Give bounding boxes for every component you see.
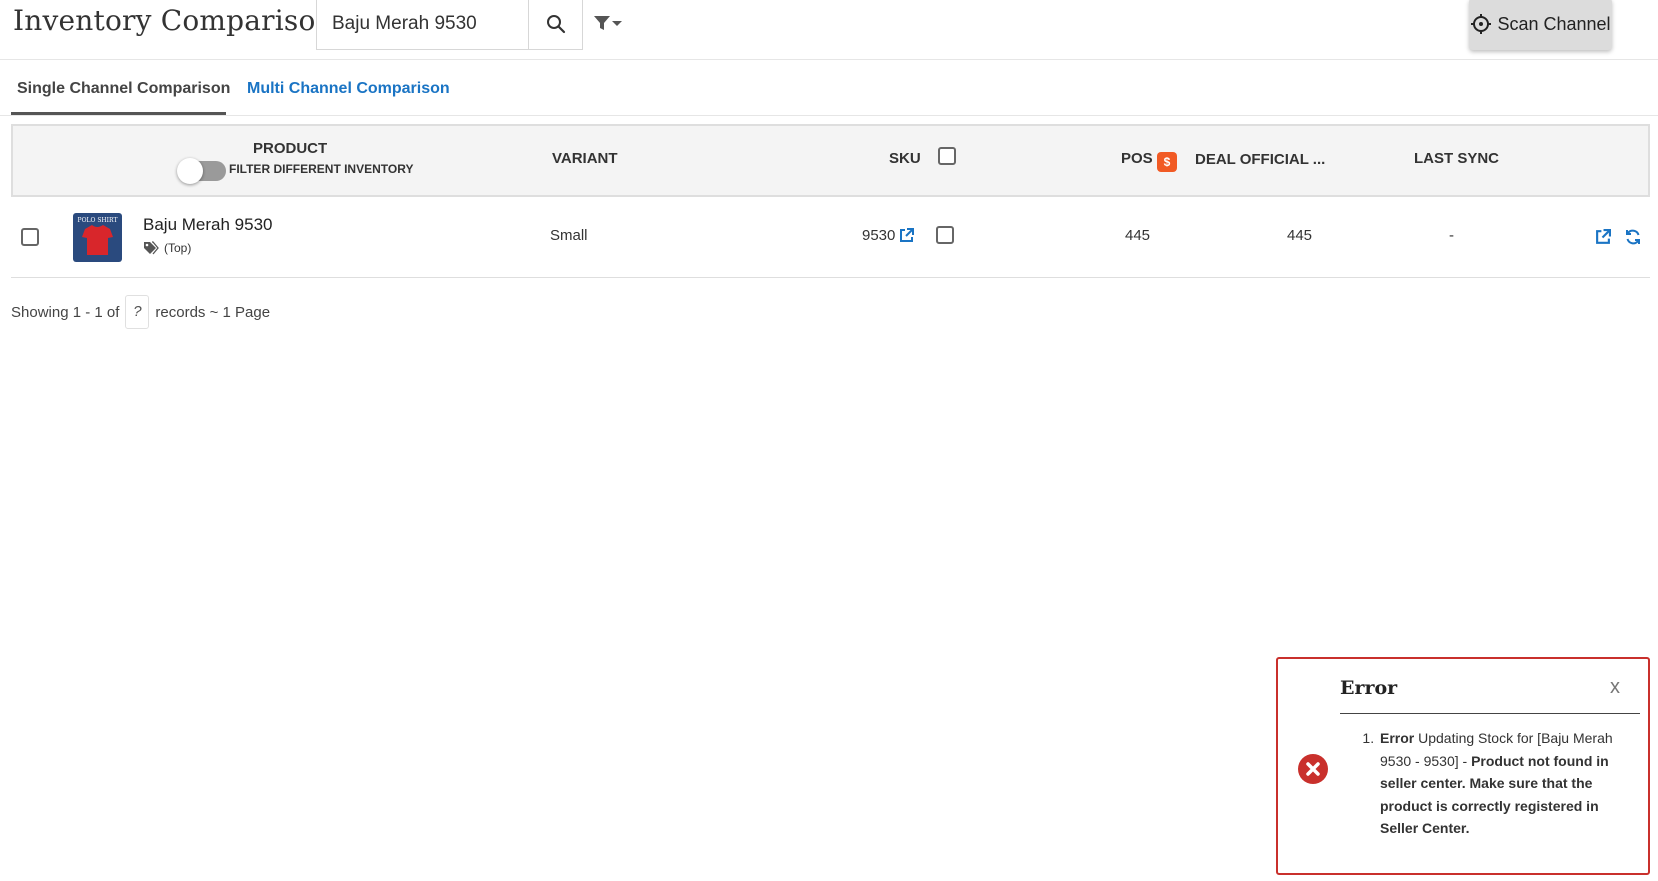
toast-divider (1340, 713, 1640, 714)
row-sku-checkbox[interactable] (936, 226, 954, 244)
sku-select-all-checkbox[interactable] (938, 147, 956, 165)
scan-channel-button[interactable]: Scan Channel (1469, 0, 1612, 50)
product-tag: (Top) (143, 241, 191, 255)
external-link-icon[interactable] (899, 228, 915, 243)
error-label: Error (1380, 730, 1415, 746)
variant-value: Small (550, 227, 588, 244)
search-icon (546, 15, 565, 34)
channel-qty-value: 445 (1287, 227, 1313, 244)
pos-value: 445 (1125, 227, 1151, 244)
sku-cell: 9530 (862, 227, 915, 244)
table-row: POLO SHIRT Baju Merah 9530 (Top) Small 9… (11, 197, 1650, 278)
pagination-summary: Showing 1 - 1 of ? records ~ 1 Page (11, 295, 270, 329)
column-header-product: PRODUCT (253, 140, 328, 157)
toast-message: Error Updating Stock for [Baju Merah 953… (1340, 727, 1640, 840)
filter-different-inventory-toggle[interactable] (177, 158, 226, 184)
header-bar: Inventory Comparison Scan Channel (0, 0, 1658, 60)
table-header: PRODUCT FILTER DIFFERENT INVENTORY VARIA… (11, 124, 1650, 197)
tab-multi-channel[interactable]: Multi Channel Comparison (247, 80, 450, 98)
page-title: Inventory Comparison (13, 4, 334, 37)
error-toast: Error x Error Updating Stock for [Baju M… (1276, 657, 1650, 875)
refresh-icon[interactable] (1625, 229, 1641, 245)
column-header-last-sync: LAST SYNC (1414, 150, 1500, 167)
sku-value: 9530 (862, 227, 896, 244)
search-box (316, 0, 583, 50)
filter-icon (594, 16, 622, 30)
shopee-icon: $ (1157, 152, 1177, 172)
tag-icon (144, 241, 159, 255)
tab-single-channel[interactable]: Single Channel Comparison (17, 80, 230, 98)
search-button[interactable] (528, 0, 582, 49)
pagination-suffix: records ~ 1 Page (155, 303, 271, 321)
column-header-variant: VARIANT (552, 150, 618, 167)
column-header-pos: POS (1121, 150, 1153, 167)
search-input[interactable] (317, 0, 528, 49)
active-tab-indicator (11, 112, 226, 115)
column-header-sku: SKU (889, 150, 921, 167)
filter-different-inventory-label: FILTER DIFFERENT INVENTORY (229, 162, 414, 176)
external-link-icon[interactable] (1595, 229, 1611, 245)
pagination-prefix: Showing 1 - 1 of (11, 303, 120, 321)
toast-close-button[interactable]: x (1610, 676, 1620, 699)
toast-title: Error (1340, 677, 1398, 699)
filter-dropdown-button[interactable] (592, 10, 628, 36)
product-thumbnail: POLO SHIRT (73, 213, 122, 262)
toggle-knob (177, 158, 203, 184)
scan-channel-label: Scan Channel (1497, 13, 1611, 34)
shirt-image (82, 225, 113, 255)
crosshair-icon (1471, 14, 1492, 34)
product-name: Baju Merah 9530 (143, 215, 273, 234)
error-icon (1298, 754, 1328, 784)
error-list-item: Error Updating Stock for [Baju Merah 953… (1378, 727, 1640, 840)
total-records-placeholder: ? (125, 295, 150, 329)
column-header-channel: DEAL OFFICIAL ... (1195, 151, 1326, 168)
last-sync-value: - (1449, 227, 1454, 244)
product-tag-label: (Top) (164, 241, 192, 255)
row-select-checkbox[interactable] (21, 228, 39, 246)
tab-bar: Single Channel Comparison Multi Channel … (0, 60, 1658, 116)
